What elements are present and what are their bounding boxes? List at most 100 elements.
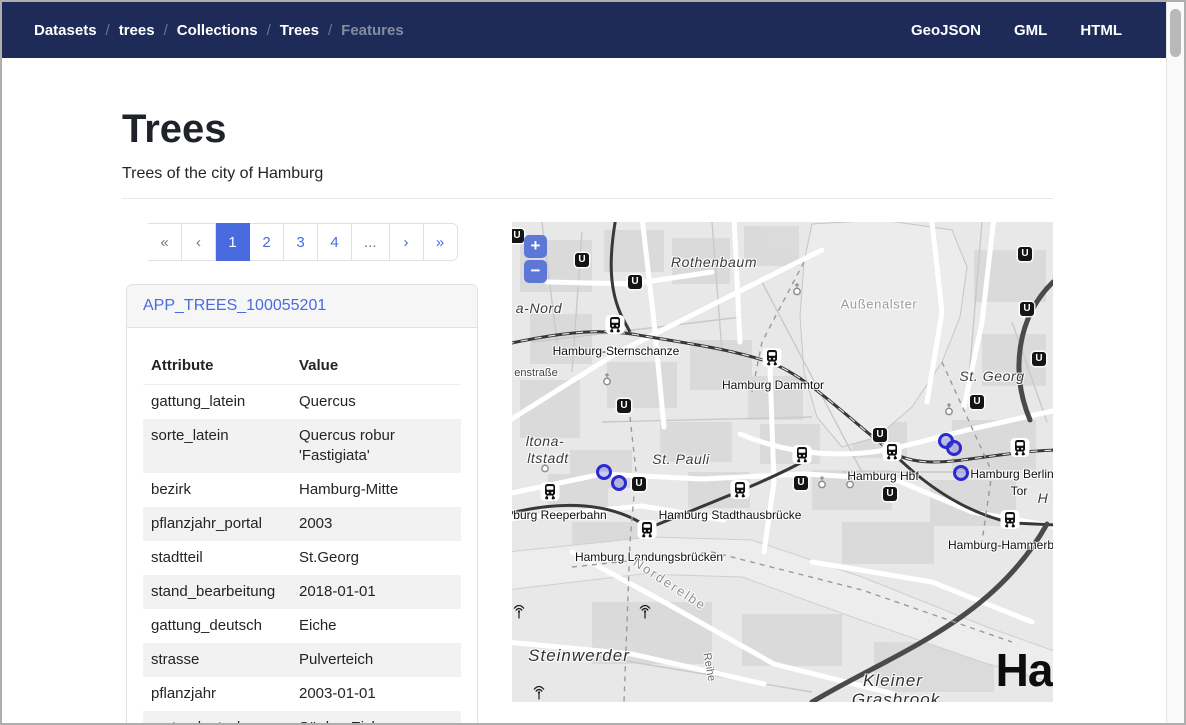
feature-marker[interactable]: [611, 475, 627, 491]
map-label: H: [1038, 490, 1049, 506]
pagination-button[interactable]: »: [424, 223, 458, 261]
feature-marker[interactable]: [953, 465, 969, 481]
value-cell: Quercus: [291, 385, 461, 420]
ubahn-icon: U: [1020, 302, 1034, 316]
ubahn-icon: U: [883, 487, 897, 501]
ubahn-icon: U: [1032, 352, 1046, 366]
feature-card: APP_TREES_100055201 Attribute Value gatt…: [126, 284, 478, 725]
map-label: Hamburg-Hammerb: [948, 538, 1053, 552]
church-icon: [601, 373, 613, 392]
breadcrumb-item[interactable]: Trees: [280, 22, 319, 39]
attribute-cell: bezirk: [143, 473, 291, 507]
breadcrumb-item[interactable]: Collections: [177, 22, 258, 39]
map-label: Kleiner: [863, 671, 923, 691]
pagination: « ‹ 1 2 3 4 ... › »: [148, 223, 458, 261]
scrollbar-thumb[interactable]: [1170, 9, 1181, 57]
map-label: Außenalster: [841, 297, 918, 312]
church-icon: [943, 403, 955, 422]
pagination-button[interactable]: 4: [318, 223, 352, 261]
format-link[interactable]: GeoJSON: [911, 22, 981, 39]
map-label: Tor: [1011, 484, 1028, 498]
pagination-button[interactable]: ‹: [182, 223, 216, 261]
ubahn-icon: U: [794, 476, 808, 490]
feature-card-header: APP_TREES_100055201: [127, 285, 477, 328]
map-label: Hamburg-Sternschanze: [553, 344, 680, 358]
table-row: stadtteil St.Georg: [143, 541, 461, 575]
pagination-button[interactable]: ›: [390, 223, 424, 261]
train-station-icon: [605, 315, 625, 340]
antenna-icon: [532, 685, 546, 703]
attribute-table: Attribute Value gattung_latein Quercus s…: [143, 344, 461, 725]
ubahn-icon: U: [1018, 247, 1032, 261]
attribute-cell: strasse: [143, 643, 291, 677]
attribute-cell: pflanzjahr_portal: [143, 507, 291, 541]
value-cell: Säulen-Eiche: [291, 711, 461, 725]
page-header: Trees Trees of the city of Hamburg: [122, 106, 1053, 199]
value-cell: Hamburg-Mitte: [291, 473, 461, 507]
map-label: Hamburg Hbf: [847, 469, 918, 483]
feature-id-link[interactable]: APP_TREES_100055201: [143, 297, 326, 314]
ubahn-icon: U: [873, 428, 887, 442]
table-row: gattung_deutsch Eiche: [143, 609, 461, 643]
pagination-button[interactable]: 1: [216, 223, 250, 261]
pagination-button[interactable]: 3: [284, 223, 318, 261]
format-link[interactable]: GML: [1014, 22, 1047, 39]
feature-marker[interactable]: [946, 440, 962, 456]
breadcrumb-separator: /: [328, 22, 332, 39]
ubahn-icon: U: [575, 253, 589, 267]
map-zoom-control: + −: [524, 235, 547, 283]
attribute-cell: gattung_deutsch: [143, 609, 291, 643]
page-title: Trees: [122, 106, 1053, 152]
attribute-cell: pflanzjahr: [143, 677, 291, 711]
map[interactable]: + −: [512, 222, 1053, 702]
train-station-icon: [540, 482, 560, 507]
pagination-button[interactable]: ...: [352, 223, 390, 261]
pagination-button[interactable]: 2: [250, 223, 284, 261]
ubahn-icon: U: [632, 477, 646, 491]
pagination-button[interactable]: «: [148, 223, 182, 261]
table-row: pflanzjahr_portal 2003: [143, 507, 461, 541]
value-cell: Pulverteich: [291, 643, 461, 677]
map-label: Hamburg Stadthausbrücke: [659, 508, 802, 522]
map-label: a-Nord: [516, 300, 562, 316]
value-cell: 2003: [291, 507, 461, 541]
format-link[interactable]: HTML: [1080, 22, 1122, 39]
ubahn-icon: U: [628, 275, 642, 289]
breadcrumb-item[interactable]: Datasets: [34, 22, 97, 39]
ubahn-icon: U: [617, 399, 631, 413]
ubahn-icon: U: [512, 229, 524, 243]
value-cell: 2003-01-01: [291, 677, 461, 711]
train-station-icon: [730, 480, 750, 505]
attribute-cell: stand_bearbeitung: [143, 575, 291, 609]
attribute-cell: stadtteil: [143, 541, 291, 575]
attribute-cell: sorte_deutsch: [143, 711, 291, 725]
breadcrumb-separator: /: [267, 22, 271, 39]
map-label: Hamburg Dammtor: [722, 378, 824, 392]
train-station-icon: [882, 442, 902, 467]
page-subtitle: Trees of the city of Hamburg: [122, 165, 1053, 183]
breadcrumb-item[interactable]: trees: [119, 22, 155, 39]
map-label: St. Georg: [959, 368, 1024, 384]
table-row: bezirk Hamburg-Mitte: [143, 473, 461, 507]
church-icon: [816, 476, 828, 495]
map-label: burg Reeperbahn: [513, 508, 606, 522]
ubahn-icon: U: [970, 395, 984, 409]
zoom-in-button[interactable]: +: [524, 235, 547, 258]
value-cell: St.Georg: [291, 541, 461, 575]
navbar: Datasets / trees / Collections / Trees /…: [2, 2, 1168, 58]
map-label: Steinwerder: [528, 646, 630, 666]
value-cell: Eiche: [291, 609, 461, 643]
table-row: sorte_latein Quercus robur 'Fastigiata': [143, 419, 461, 473]
zoom-out-button[interactable]: −: [524, 260, 547, 283]
scrollbar-track[interactable]: [1166, 2, 1184, 723]
divider: [122, 198, 1053, 199]
table-row: strasse Pulverteich: [143, 643, 461, 677]
train-station-icon: [1010, 438, 1030, 463]
breadcrumb-item[interactable]: Features: [341, 22, 404, 39]
table-row: sorte_deutsch Säulen-Eiche: [143, 711, 461, 725]
value-cell: 2018-01-01: [291, 575, 461, 609]
map-tiles: [512, 222, 1053, 702]
feature-marker[interactable]: [596, 464, 612, 480]
value-cell: Quercus robur 'Fastigiata': [291, 419, 461, 473]
format-links: GeoJSON GML HTML: [911, 22, 1122, 39]
